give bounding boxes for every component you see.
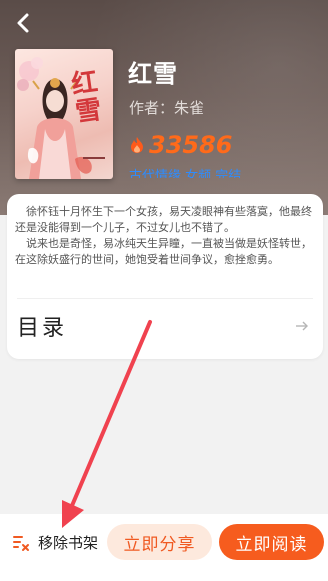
cover-decoration xyxy=(83,157,105,159)
read-now-button[interactable]: 立即阅读 xyxy=(219,524,324,560)
back-button[interactable] xyxy=(10,10,36,36)
popularity: 33586 xyxy=(129,131,233,159)
flame-icon xyxy=(131,137,143,153)
toc-label: 目录 xyxy=(17,316,68,341)
book-cover[interactable]: 红雪 xyxy=(15,49,113,179)
book-synopsis: 徐怀钰十月怀生下一个女孩，易天凌眼神有些落寞，他最终还是没能得到一个儿子，不过女… xyxy=(15,204,315,268)
synopsis-paragraph: 徐怀钰十月怀生下一个女孩，易天凌眼神有些落寞，他最终还是没能得到一个儿子，不过女… xyxy=(15,205,312,234)
popularity-count: 33586 xyxy=(149,131,233,159)
synopsis-paragraph: 说来也是奇怪，易冰纯天生异瞳，一直被当做是妖怪转世，在这除妖盛行的世间，她饱受着… xyxy=(15,237,312,266)
remove-from-bookshelf-label: 移除书架 xyxy=(38,534,99,552)
back-chevron-icon xyxy=(17,13,29,33)
bottom-action-bar: 移除书架 立即分享 立即阅读 xyxy=(0,514,328,581)
share-button[interactable]: 立即分享 xyxy=(107,524,212,560)
remove-from-bookshelf-button[interactable]: 移除书架 xyxy=(12,532,98,553)
book-detail-card: 徐怀钰十月怀生下一个女孩，易天凌眼神有些落寞，他最终还是没能得到一个儿子，不过女… xyxy=(7,194,323,359)
table-of-contents-row[interactable]: 目录 xyxy=(7,306,323,346)
bookshelf-remove-icon xyxy=(13,535,29,551)
book-author: 作者：朱雀 xyxy=(129,99,205,117)
book-tags: 古代情缘 女频 完结 xyxy=(129,169,242,178)
cover-title: 红雪 xyxy=(65,67,103,127)
arrow-right-icon xyxy=(295,320,309,332)
divider xyxy=(17,298,313,299)
book-title: 红雪 xyxy=(128,60,178,88)
